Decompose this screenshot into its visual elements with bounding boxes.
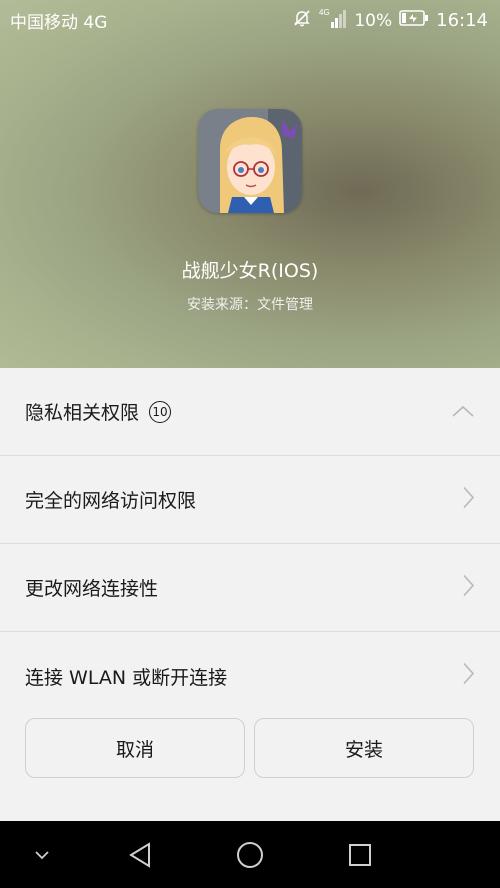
chevron-right-icon [462, 574, 475, 601]
chevron-up-icon [452, 401, 474, 423]
permission-item-label: 完全的网络访问权限 [25, 490, 197, 512]
cancel-button[interactable]: 取消 [25, 718, 245, 778]
permission-group-privacy[interactable]: 隐私相关权限 10 [0, 368, 500, 456]
home-icon[interactable] [230, 821, 270, 888]
permission-item[interactable]: 更改网络连接性 [0, 544, 500, 632]
permission-count-badge: 10 [149, 400, 172, 423]
app-info-header: 中国移动 4G 4G 10% 16:14 战舰少女R(IOS) 安装来源：文件管… [0, 0, 500, 368]
chevron-right-icon [462, 486, 475, 513]
permission-item[interactable]: 完全的网络访问权限 [0, 456, 500, 544]
battery-percent: 10% [354, 10, 393, 31]
chevron-right-icon [462, 662, 475, 690]
navigation-bar [0, 821, 500, 888]
app-icon [198, 109, 302, 213]
battery-charging-icon [399, 9, 429, 32]
permission-list: 隐私相关权限 10 完全的网络访问权限 更改网络连接性 连接 WLAN 或断开连… [0, 368, 500, 720]
permission-item[interactable]: 连接 WLAN 或断开连接 [0, 632, 500, 720]
permission-item-label: 更改网络连接性 [25, 578, 159, 600]
carrier-label: 中国移动 4G [10, 13, 108, 33]
signal-4g-icon: 4G [319, 7, 347, 34]
permission-item-label: 连接 WLAN 或断开连接 [25, 666, 228, 689]
clock: 16:14 [436, 10, 488, 31]
collapse-icon[interactable] [26, 821, 58, 888]
recents-icon[interactable] [340, 821, 380, 888]
install-button[interactable]: 安装 [254, 718, 474, 778]
action-buttons: 取消 安装 [0, 718, 500, 782]
back-icon[interactable] [120, 821, 160, 888]
status-bar: 中国移动 4G 4G 10% 16:14 [0, 0, 500, 36]
install-source: 安装来源：文件管理 [187, 297, 313, 313]
app-name: 战舰少女R(IOS) [181, 260, 319, 282]
permission-group-label: 隐私相关权限 [25, 402, 140, 424]
svg-text:4G: 4G [319, 8, 330, 17]
mute-icon [292, 8, 312, 33]
